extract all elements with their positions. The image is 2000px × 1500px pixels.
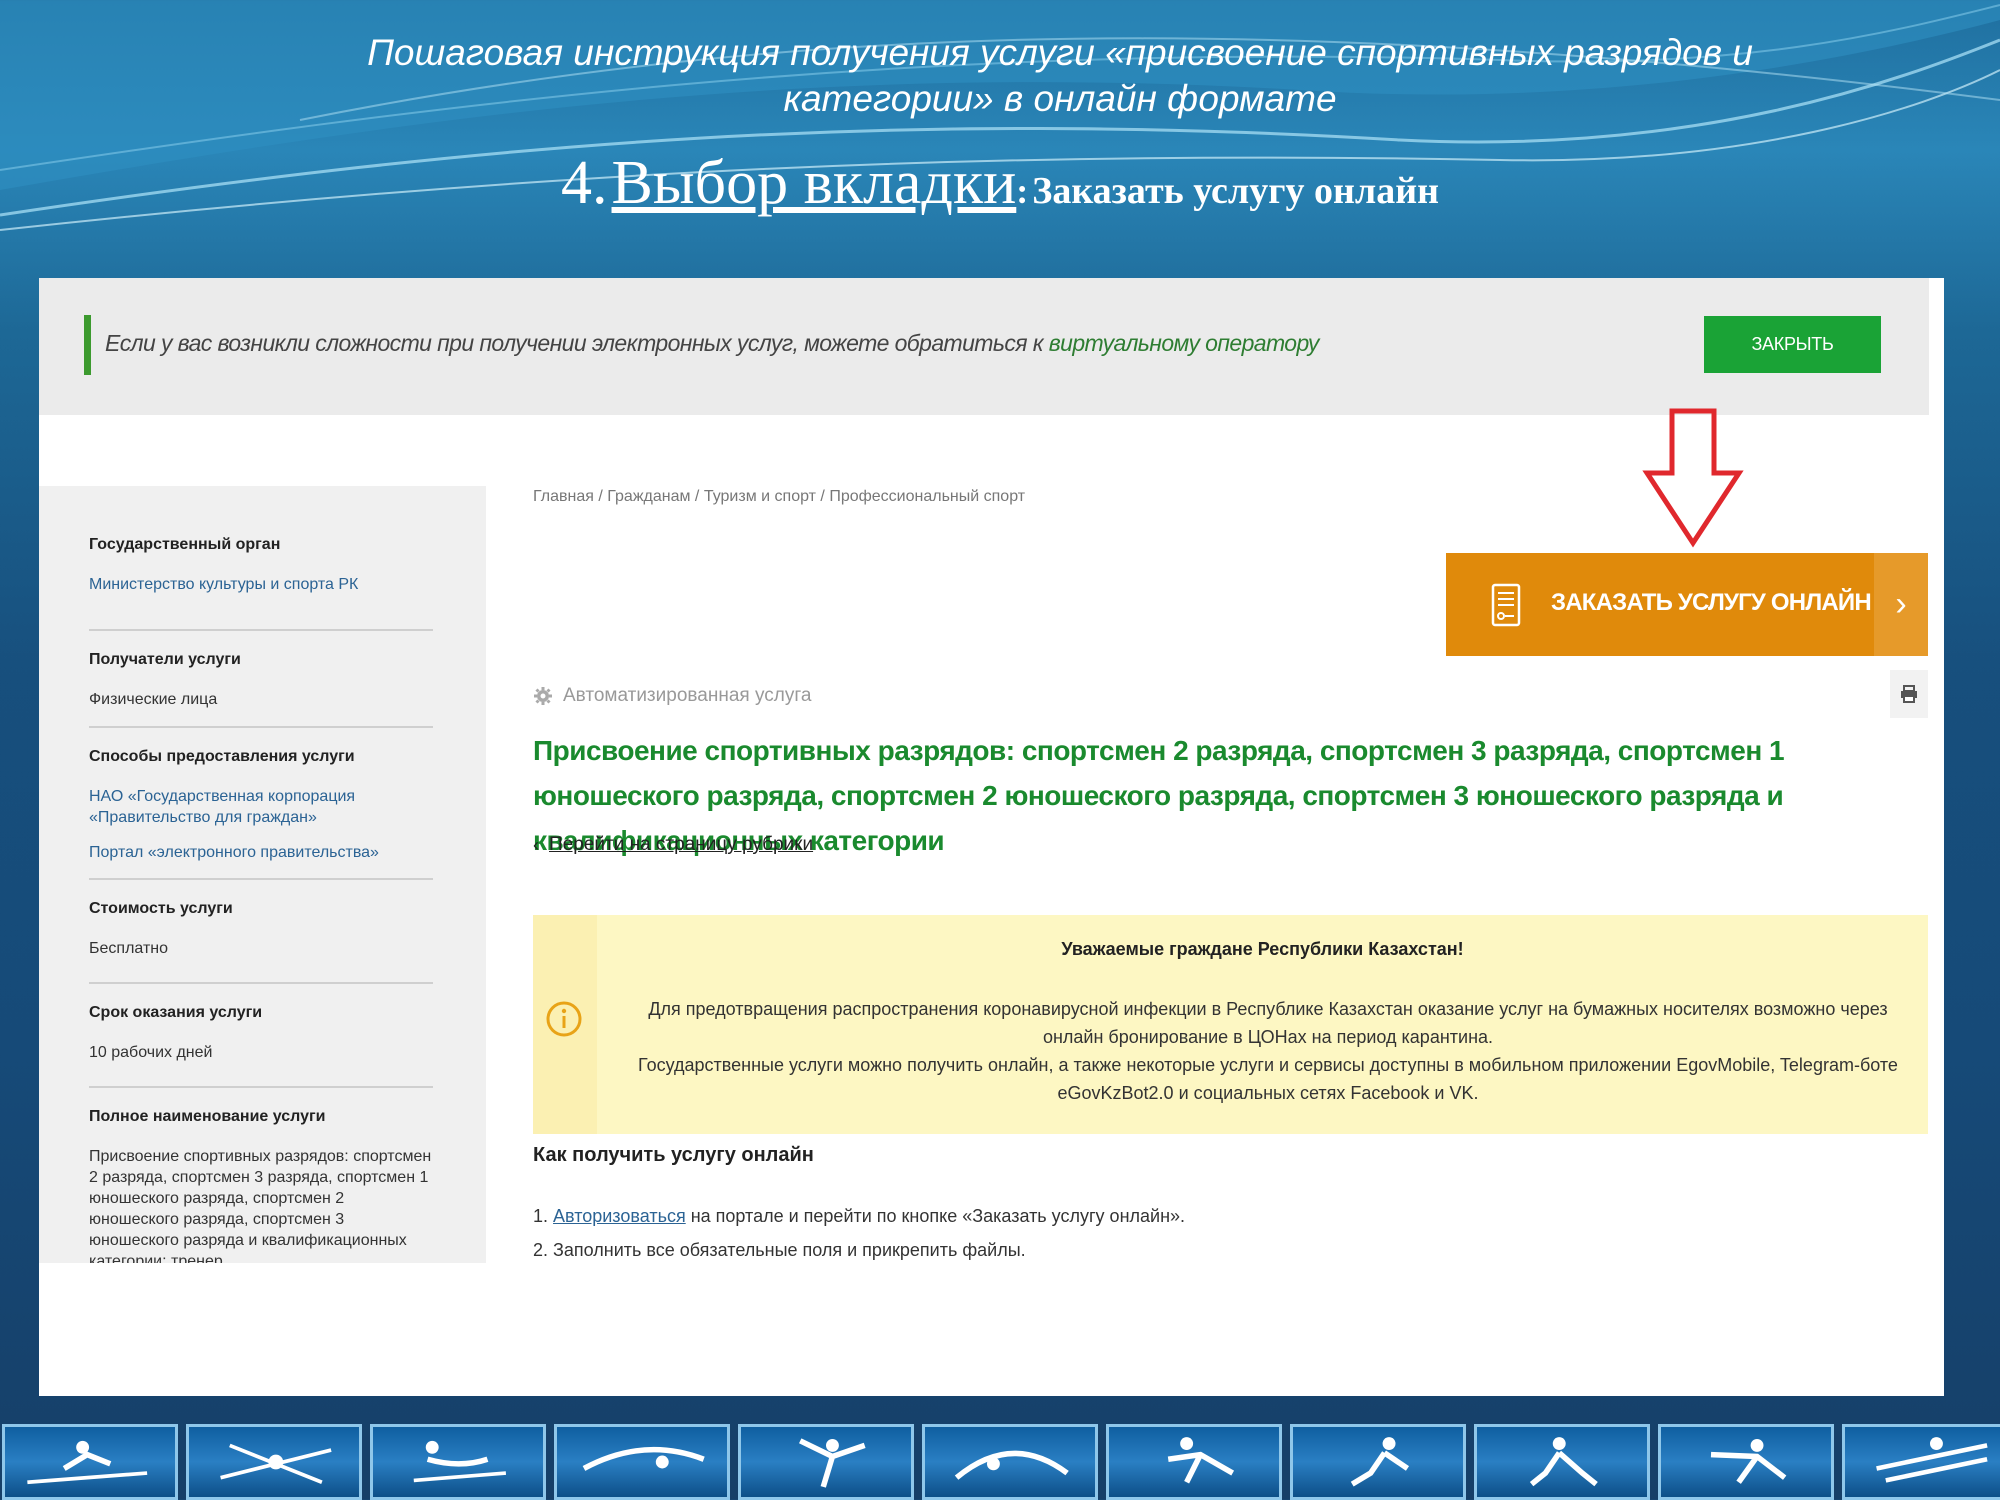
- sidebar-block-agency: Государственный орган Министерство культ…: [89, 536, 433, 595]
- breadcrumb: Главная / Гражданам / Туризм и спорт / П…: [533, 488, 1025, 506]
- automated-service-label: Автоматизированная услуга: [533, 685, 811, 707]
- info-icon: [546, 1001, 582, 1037]
- breadcrumb-item-home[interactable]: Главная: [533, 488, 594, 505]
- sports-pictogram-strip: [0, 1424, 2000, 1500]
- howto-step-2: 2. Заполнить все обязательные поля и при…: [533, 1240, 1026, 1260]
- sidebar-heading: Государственный орган: [89, 536, 281, 553]
- sidebar-value: Бесплатно: [89, 940, 169, 957]
- sidebar-block-recipients: Получатели услуги Физические лица: [89, 651, 433, 710]
- egov-screenshot: Если у вас возникли сложности при получе…: [39, 278, 1944, 1396]
- chevron-left-icon: ‹: [533, 834, 539, 855]
- notice-text: Если у вас возникли сложности при получе…: [105, 330, 1319, 357]
- sidebar-divider: [89, 982, 433, 984]
- alert-title: Уважаемые граждане Республики Казахстан!: [1061, 939, 1464, 959]
- sidebar-heading: Полное наименование услуги: [89, 1108, 326, 1125]
- sidebar-agency-link[interactable]: Министерство культуры и спорта РК: [89, 574, 433, 595]
- sidebar-divider: [89, 629, 433, 631]
- breadcrumb-separator: /: [815, 488, 830, 505]
- sidebar-block-term: Срок оказания услуги 10 рабочих дней: [89, 1004, 433, 1063]
- print-button[interactable]: [1890, 670, 1928, 718]
- howto-steps: 1. Авторизоваться на портале и перейти п…: [533, 1199, 1185, 1267]
- sidebar-heading: Получатели услуги: [89, 651, 241, 668]
- rubric-page-link[interactable]: ‹ Перейти на страницу рубрики: [533, 834, 813, 856]
- notice-accent: [84, 315, 91, 375]
- sidebar-block-fullname: Полное наименование услуги Присвоение сп…: [89, 1108, 433, 1263]
- alert-body-line: Государственные услуги можно получить он…: [638, 1055, 1898, 1103]
- sidebar-divider: [89, 878, 433, 880]
- curling-pictogram-icon: [922, 1424, 1098, 1500]
- howto-step-1: 1. Авторизоваться на портале и перейти п…: [533, 1199, 1185, 1233]
- step-tab-name: Выбор вкладки: [611, 149, 1017, 217]
- howto-title: Как получить услугу онлайн: [533, 1144, 814, 1166]
- notice-bar: Если у вас возникли сложности при получе…: [39, 278, 1929, 415]
- covid-alert: Уважаемые граждане Республики Казахстан!…: [533, 915, 1928, 1134]
- step-text: на портале и перейти по кнопке «Заказать…: [685, 1206, 1186, 1226]
- red-arrow-indicator: [1642, 408, 1744, 548]
- sidebar-value: Присвоение спортивных разрядов: спортсме…: [89, 1148, 432, 1263]
- cross-country-pictogram-icon: [1290, 1424, 1466, 1500]
- slide-title: Пошаговая инструкция получения услуги «п…: [367, 32, 1753, 119]
- sidebar-value: Физические лица: [89, 691, 218, 708]
- bobsleigh-pictogram-icon: [554, 1424, 730, 1500]
- skeleton-pictogram-icon: [186, 1424, 362, 1500]
- sidebar-method-link-egov-portal[interactable]: Портал «электронного правительства»: [89, 842, 433, 863]
- sidebar-heading: Способы предоставления услуги: [89, 748, 355, 765]
- printer-icon: [1901, 685, 1917, 703]
- document-icon: [1491, 583, 1521, 627]
- sidebar-value: 10 рабочих дней: [89, 1044, 213, 1061]
- step-prefix: 1.: [533, 1206, 554, 1226]
- order-button-label: ЗАКАЗАТЬ УСЛУГУ ОНЛАЙН: [1551, 589, 1872, 616]
- alert-icon-column: [533, 915, 597, 1134]
- breadcrumb-item-citizens[interactable]: Гражданам: [607, 488, 690, 505]
- close-button[interactable]: ЗАКРЫТЬ: [1704, 316, 1881, 373]
- breadcrumb-separator: /: [690, 488, 704, 505]
- virtual-operator-link[interactable]: виртуальному оператору: [1049, 330, 1320, 356]
- notice-message: Если у вас возникли сложности при получе…: [105, 330, 1049, 356]
- slide-step-heading: 4. Выбор вкладки: Заказать услугу онлайн: [0, 148, 2000, 219]
- alert-body-line: Для предотвращения распространения корон…: [648, 999, 1888, 1047]
- figure-skating-pictogram-icon: [738, 1424, 914, 1500]
- breadcrumb-separator: /: [593, 488, 608, 505]
- gear-icon: [534, 687, 552, 705]
- biathlon-pictogram-icon: [1474, 1424, 1650, 1500]
- alpine-skiing-pictogram-icon: [1842, 1424, 2000, 1500]
- sidebar-divider: [89, 1086, 433, 1088]
- step-colon: :: [1016, 171, 1029, 211]
- luge-pictogram-icon: [370, 1424, 546, 1500]
- sidebar-block-cost: Стоимость услуги Бесплатно: [89, 900, 433, 959]
- service-info-sidebar: Государственный орган Министерство культ…: [39, 486, 486, 1263]
- breadcrumb-item-pro-sport[interactable]: Профессиональный спорт: [829, 488, 1025, 505]
- sidebar-heading: Срок оказания услуги: [89, 1004, 263, 1021]
- authorize-link[interactable]: Авторизоваться: [553, 1206, 686, 1226]
- speed-skating-pictogram-icon: [1106, 1424, 1282, 1500]
- step-tab-value: Заказать услугу онлайн: [1032, 170, 1439, 212]
- step-number: 4.: [561, 149, 608, 217]
- sidebar-heading: Стоимость услуги: [89, 900, 233, 917]
- chevron-right-icon: ›: [1874, 553, 1928, 656]
- automated-label-text: Автоматизированная услуга: [563, 685, 812, 706]
- sidebar-block-methods: Способы предоставления услуги НАО «Госуд…: [89, 748, 433, 863]
- order-service-online-button[interactable]: ЗАКАЗАТЬ УСЛУГУ ОНЛАЙН ›: [1446, 553, 1928, 656]
- rubric-link-text: Перейти на страницу рубрики: [549, 834, 814, 855]
- sidebar-divider: [89, 726, 433, 728]
- breadcrumb-item-tourism-sport[interactable]: Туризм и спорт: [704, 488, 816, 505]
- freestyle-pictogram-icon: [1658, 1424, 1834, 1500]
- ski-jump-pictogram-icon: [2, 1424, 178, 1500]
- alert-body: Для предотвращения распространения корон…: [623, 995, 1913, 1107]
- sidebar-method-link-gov-corp[interactable]: НАО «Государственная корпорация «Правите…: [89, 786, 433, 828]
